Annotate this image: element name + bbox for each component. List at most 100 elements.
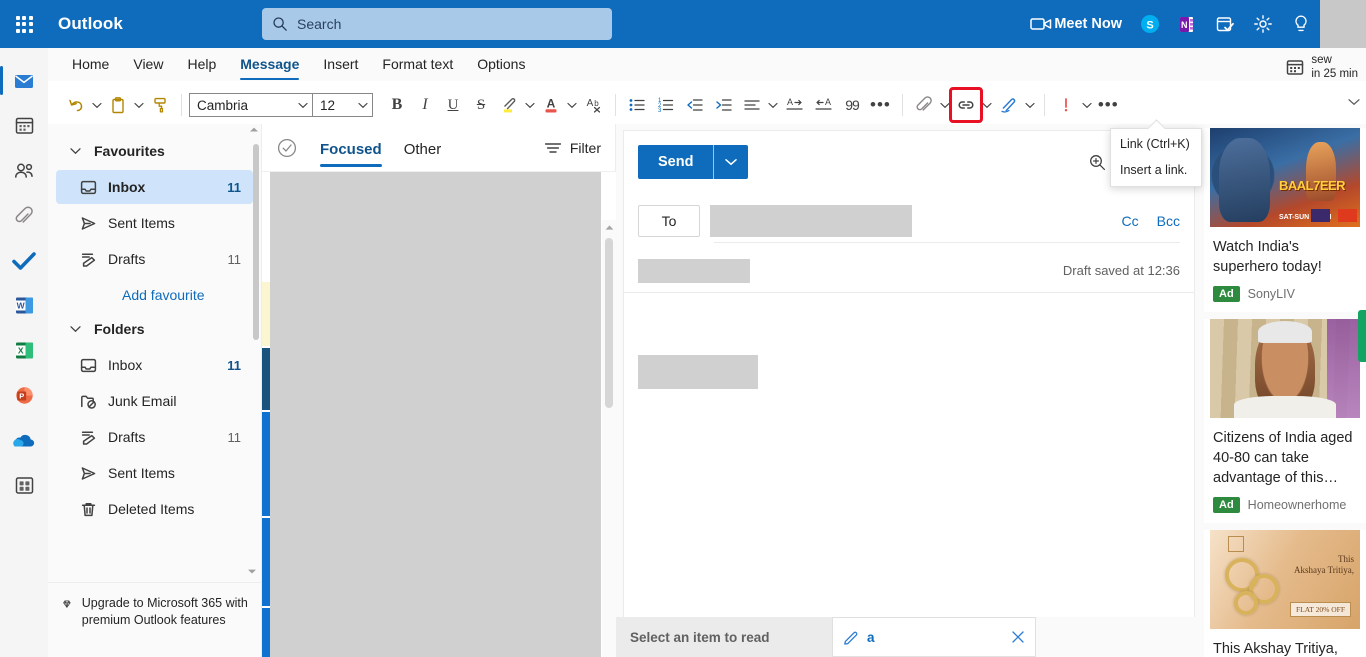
tips-icon[interactable] [1282, 0, 1320, 48]
ink-dropdown-chevron-down-icon[interactable] [1023, 102, 1037, 109]
filter-button[interactable]: Filter [544, 140, 601, 156]
send-options-chevron-down-icon[interactable] [714, 145, 748, 179]
bold-button[interactable]: B [383, 90, 411, 120]
folder-group-folders[interactable]: Folders [48, 312, 261, 346]
tab-focused[interactable]: Focused [320, 125, 382, 171]
tasks-icon[interactable] [1206, 0, 1244, 48]
tab-format-text[interactable]: Format text [370, 48, 465, 81]
rail-item-todo[interactable] [0, 238, 48, 283]
ltr-direction-button[interactable]: A [780, 90, 809, 120]
draft-taskbar-tab[interactable]: a [832, 617, 1036, 657]
to-input[interactable] [710, 205, 912, 237]
folder-group-favourites[interactable]: Favourites [48, 134, 261, 168]
folder-pane-scroll-down-arrow[interactable] [247, 568, 257, 575]
paste-dropdown-chevron-down-icon[interactable] [132, 102, 146, 109]
font-color-dropdown-chevron-down-icon[interactable] [565, 102, 579, 109]
paste-button[interactable] [104, 90, 132, 120]
feedback-tab[interactable] [1358, 310, 1366, 362]
close-draft-tab-icon[interactable] [1011, 630, 1025, 644]
rail-item-excel[interactable]: X [0, 328, 48, 373]
rail-item-apps[interactable] [0, 463, 48, 508]
attach-file-button[interactable] [910, 90, 938, 120]
ad-title[interactable]: Watch India's superhero today! [1204, 227, 1366, 277]
folder-pane-scrollbar[interactable] [253, 130, 259, 366]
ad-card[interactable]: This Akshaya Tritiya, FLAT 20% OFF This A… [1204, 530, 1366, 657]
search-box[interactable] [262, 8, 612, 40]
alignment-dropdown-chevron-down-icon[interactable] [766, 102, 780, 109]
rail-item-onedrive[interactable] [0, 418, 48, 463]
tab-message[interactable]: Message [228, 48, 311, 81]
ad-image[interactable]: This Akshaya Tritiya, FLAT 20% OFF [1210, 530, 1360, 629]
undo-button[interactable] [62, 90, 90, 120]
upgrade-promo[interactable]: Upgrade to Microsoft 365 with premium Ou… [48, 582, 262, 657]
more-formatting-button[interactable]: ••• [866, 90, 895, 120]
alignment-button[interactable] [738, 90, 766, 120]
account-avatar[interactable] [1320, 0, 1366, 48]
tab-view[interactable]: View [121, 48, 175, 81]
collapse-ribbon-chevron-down-icon[interactable] [1348, 98, 1360, 106]
add-favourite-link[interactable]: Add favourite [48, 278, 261, 312]
message-list-items[interactable] [262, 172, 616, 657]
ad-card[interactable]: Citizens of India aged 40-80 can take ad… [1204, 319, 1366, 523]
bulleted-list-button[interactable] [623, 90, 651, 120]
font-name-select[interactable]: Cambria [189, 93, 313, 117]
insert-link-button[interactable] [948, 87, 983, 123]
tab-options[interactable]: Options [465, 48, 537, 81]
rail-item-files[interactable] [0, 193, 48, 238]
ad-card[interactable]: BAAL7EER SAT-SUN | 7 PM Watch India's su… [1204, 128, 1366, 312]
numbered-list-button[interactable]: 1 2 3 [651, 90, 680, 120]
format-painter-button[interactable] [146, 90, 174, 120]
onenote-icon[interactable]: N [1169, 0, 1206, 48]
tab-other[interactable]: Other [404, 125, 442, 171]
ad-title[interactable]: Citizens of India aged 40-80 can take ad… [1204, 418, 1366, 488]
rail-item-powerpoint[interactable]: P [0, 373, 48, 418]
undo-dropdown-chevron-down-icon[interactable] [90, 102, 104, 109]
folder-pane-scroll-thumb[interactable] [253, 144, 259, 340]
compose-body[interactable] [624, 293, 1194, 593]
message-list-scroll-up-arrow[interactable] [605, 224, 614, 231]
settings-icon[interactable] [1244, 0, 1282, 48]
folder-item-drafts[interactable]: Drafts 11 [56, 420, 253, 454]
highlight-dropdown-chevron-down-icon[interactable] [523, 102, 537, 109]
importance-button[interactable] [1052, 90, 1080, 120]
ad-image[interactable]: BAAL7EER SAT-SUN | 7 PM [1210, 128, 1360, 227]
search-input[interactable] [297, 16, 602, 32]
select-all-icon[interactable] [276, 137, 298, 159]
folder-item-sent-fav[interactable]: Sent Items [56, 206, 253, 240]
link-dropdown-chevron-down-icon[interactable] [980, 102, 994, 109]
tab-home[interactable]: Home [60, 48, 121, 81]
folder-item-drafts-fav[interactable]: Drafts 11 [56, 242, 253, 276]
increase-indent-button[interactable] [709, 90, 738, 120]
decrease-indent-button[interactable] [680, 90, 709, 120]
zoom-button[interactable] [1082, 147, 1112, 177]
strikethrough-button[interactable]: S [467, 90, 495, 120]
blockquote-button[interactable]: 99 [838, 90, 866, 120]
rtl-direction-button[interactable]: A [809, 90, 838, 120]
send-button[interactable]: Send [638, 145, 749, 179]
tab-help[interactable]: Help [175, 48, 228, 81]
app-launcher-icon[interactable] [0, 0, 48, 48]
clear-formatting-button[interactable]: A b [579, 90, 608, 120]
font-color-button[interactable]: A [537, 90, 565, 120]
underline-button[interactable]: U [439, 90, 467, 120]
importance-dropdown-chevron-down-icon[interactable] [1080, 102, 1094, 109]
font-size-select[interactable]: 12 [313, 93, 373, 117]
bcc-button[interactable]: Bcc [1157, 213, 1180, 229]
subject-input[interactable] [638, 258, 750, 283]
agenda-peek[interactable]: sew in 25 min [1286, 48, 1358, 86]
folder-item-junk[interactable]: Junk Email [56, 384, 253, 418]
ad-title[interactable]: This Akshay Tritiya, let your jewellery … [1204, 629, 1366, 657]
rail-item-calendar[interactable] [0, 103, 48, 148]
italic-button[interactable]: I [411, 90, 439, 120]
rail-item-people[interactable] [0, 148, 48, 193]
meet-now-button[interactable]: Meet Now [1021, 0, 1131, 48]
cc-button[interactable]: Cc [1122, 213, 1139, 229]
rail-item-word[interactable]: W [0, 283, 48, 328]
highlight-button[interactable] [495, 90, 523, 120]
to-field-label[interactable]: To [638, 205, 700, 237]
rail-item-mail[interactable] [0, 58, 48, 103]
skype-icon[interactable]: S [1131, 0, 1169, 48]
folder-item-sent[interactable]: Sent Items [56, 456, 253, 490]
tab-insert[interactable]: Insert [311, 48, 370, 81]
ad-image[interactable] [1210, 319, 1360, 418]
